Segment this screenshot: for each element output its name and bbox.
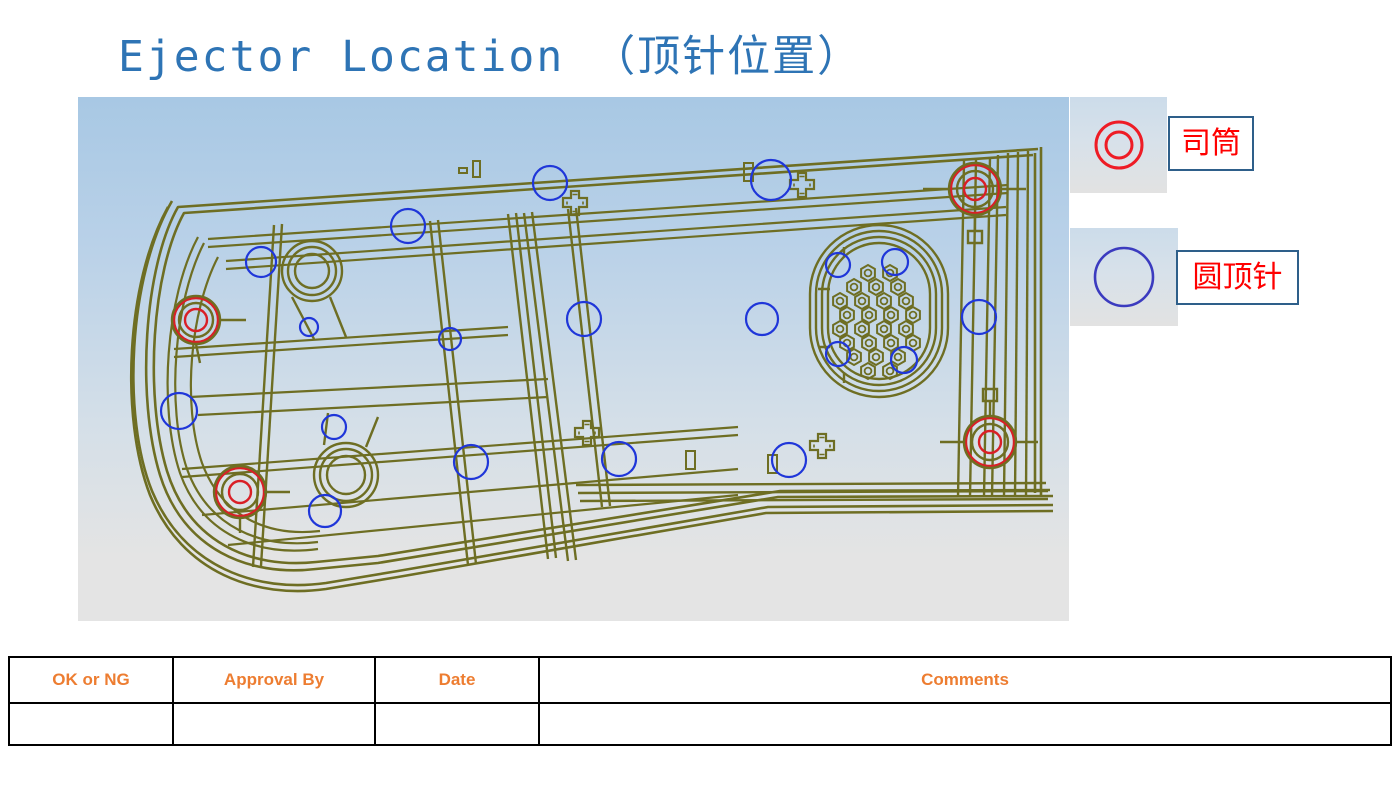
legend-swatch-sleeve xyxy=(1070,97,1167,193)
cad-right-edge-ribs xyxy=(956,150,1030,498)
header-approval-by: Approval By xyxy=(172,656,376,704)
grille-hole-bore xyxy=(908,338,918,348)
double-circle-icon xyxy=(1094,120,1144,170)
grille-hole xyxy=(898,291,914,311)
grille-hole xyxy=(860,263,876,283)
legend-label-sleeve: 司筒 xyxy=(1168,116,1254,171)
grille-hole xyxy=(876,319,892,339)
cad-tabs xyxy=(458,160,778,474)
grille-hole-bore xyxy=(849,282,859,292)
grille-hole xyxy=(868,277,884,297)
pin-ejector xyxy=(600,440,638,478)
grille-hole-bore xyxy=(893,352,903,362)
grille-hole-bore xyxy=(879,324,889,334)
cad-boss-rings xyxy=(280,239,380,509)
cad-bottom-bars xyxy=(575,481,1049,503)
grille-hole-bore xyxy=(871,352,881,362)
table-header-row: OK or NG Approval By Date Comments xyxy=(8,656,1392,704)
pin-ejector xyxy=(452,443,490,481)
grille-hole-bore xyxy=(864,310,874,320)
cad-plus-bosses xyxy=(561,171,836,460)
grille-hole-bore xyxy=(886,338,896,348)
grille-hole xyxy=(883,305,899,325)
circle-icon xyxy=(1093,246,1155,308)
grille-hole-bore xyxy=(879,296,889,306)
header-ok-or-ng: OK or NG xyxy=(8,656,174,704)
grille-hole-bore xyxy=(863,366,873,376)
pin-ejector xyxy=(744,301,780,337)
grille-hole xyxy=(861,305,877,325)
grille-hole-bore xyxy=(901,296,911,306)
sleeve-ejector xyxy=(964,416,1016,468)
cell-ok-or-ng[interactable] xyxy=(8,702,174,746)
grille-hole-bore xyxy=(885,366,895,376)
page-title: Ejector Location （顶针位置） xyxy=(118,32,863,82)
legend-swatch-pin xyxy=(1070,228,1178,326)
grille-hole xyxy=(860,361,876,381)
table-row xyxy=(8,702,1392,746)
grille-hole xyxy=(861,333,877,353)
grille-hole-bore xyxy=(886,310,896,320)
grille-hole xyxy=(854,291,870,311)
pin-ejector xyxy=(565,300,603,338)
cad-drawing-panel xyxy=(78,97,1069,621)
grille-hole-bore xyxy=(908,310,918,320)
grille-hole xyxy=(868,347,884,367)
grille-hole xyxy=(832,291,848,311)
grille-hole-bore xyxy=(871,282,881,292)
grille-hole xyxy=(882,361,898,381)
grille-hole xyxy=(832,319,848,339)
grille-hole-bore xyxy=(864,338,874,348)
grille-hole-bore xyxy=(901,324,911,334)
grille-hole xyxy=(876,291,892,311)
grille-hole-bore xyxy=(835,324,845,334)
grille-hole xyxy=(846,277,862,297)
header-comments: Comments xyxy=(538,656,1392,704)
approval-table: OK or NG Approval By Date Comments xyxy=(8,656,1392,746)
grille-hole-bore xyxy=(842,310,852,320)
grille-hole xyxy=(854,319,870,339)
cell-comments[interactable] xyxy=(538,702,1392,746)
cell-date[interactable] xyxy=(374,702,540,746)
grille-hole-bore xyxy=(893,282,903,292)
legend-label-pin: 圆顶针 xyxy=(1176,250,1299,305)
grille-hole xyxy=(839,305,855,325)
cell-approval-by[interactable] xyxy=(172,702,376,746)
grille-hole-bore xyxy=(835,296,845,306)
pin-ejector xyxy=(960,298,998,336)
header-date: Date xyxy=(374,656,540,704)
grille-hole-bore xyxy=(857,296,867,306)
grille-hole-bore xyxy=(857,324,867,334)
grille-hole-bore xyxy=(863,268,873,278)
grille-hole-bore xyxy=(849,352,859,362)
grille-hole xyxy=(898,319,914,339)
grille-hole xyxy=(890,277,906,297)
pin-ejector xyxy=(880,247,910,277)
cad-speaker-grille xyxy=(808,223,950,399)
cad-wireframe xyxy=(130,147,1054,593)
grille-hole xyxy=(905,305,921,325)
